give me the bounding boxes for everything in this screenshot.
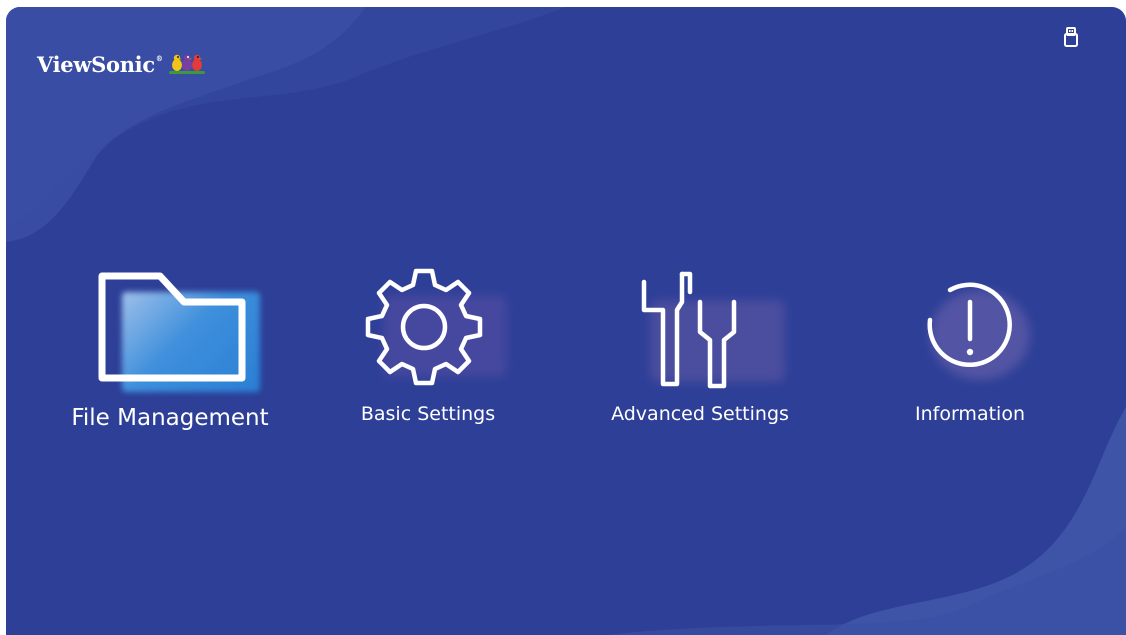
birds-logo-icon bbox=[168, 54, 205, 74]
menu-tile-basic-settings[interactable]: Basic Settings bbox=[338, 262, 518, 425]
menu-label-information: Information bbox=[915, 403, 1025, 425]
trademark-symbol: ® bbox=[155, 53, 163, 63]
menu-label-file-management: File Management bbox=[71, 405, 269, 431]
menu-tile-file-management[interactable]: File Management bbox=[60, 262, 280, 442]
home-screen: ViewSonic ® File Management Basic Settin… bbox=[6, 7, 1126, 635]
info-icon bbox=[927, 282, 1012, 368]
folder-icon bbox=[98, 272, 246, 382]
menu-label-advanced-settings: Advanced Settings bbox=[611, 403, 789, 425]
viewsonic-logo: ViewSonic ® bbox=[37, 51, 205, 77]
tools-icon bbox=[641, 271, 737, 389]
brand-name: ViewSonic bbox=[37, 51, 155, 77]
menu-tile-advanced-settings[interactable]: Advanced Settings bbox=[600, 262, 800, 425]
usb-drive-icon bbox=[1064, 27, 1078, 47]
gear-icon bbox=[365, 268, 483, 386]
menu-tile-information[interactable]: Information bbox=[890, 262, 1050, 425]
menu-label-basic-settings: Basic Settings bbox=[360, 403, 496, 425]
